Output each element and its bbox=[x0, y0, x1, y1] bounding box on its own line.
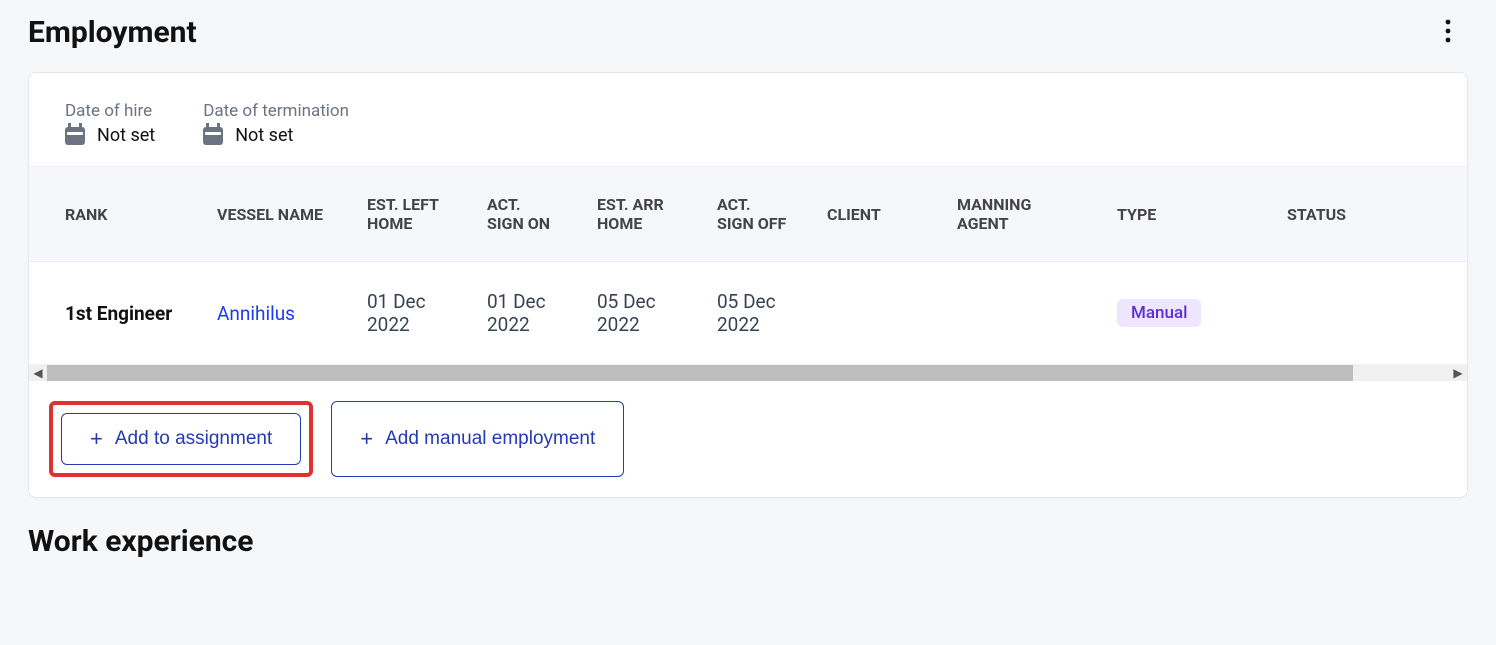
section-title: Employment bbox=[28, 15, 197, 50]
scroll-gap bbox=[1353, 365, 1449, 381]
employment-header: Employment bbox=[28, 0, 1468, 60]
cell-client bbox=[809, 262, 939, 365]
date-of-termination-label: Date of termination bbox=[203, 101, 349, 121]
col-est-arr: EST. ARR HOME bbox=[579, 166, 699, 262]
cell-est-left: 01 Dec 2022 bbox=[349, 262, 469, 365]
add-manual-employment-button[interactable]: + Add manual employment bbox=[331, 401, 624, 477]
cell-act-sign-off: 05 Dec 2022 bbox=[699, 262, 809, 365]
date-of-hire-label: Date of hire bbox=[65, 101, 155, 121]
employment-table-wrapper: RANK VESSEL NAME EST. LEFT HOME ACT. SIG… bbox=[29, 166, 1467, 365]
calendar-icon bbox=[65, 127, 85, 145]
col-act-sign-off: ACT. SIGN OFF bbox=[699, 166, 809, 262]
col-client: CLIENT bbox=[809, 166, 939, 262]
cell-rank: 1st Engineer bbox=[29, 262, 199, 365]
more-button[interactable] bbox=[1428, 12, 1468, 52]
cell-est-arr: 05 Dec 2022 bbox=[579, 262, 699, 365]
date-of-termination-value: Not set bbox=[235, 125, 293, 146]
cell-type: Manual bbox=[1099, 262, 1269, 365]
highlight-add-assignment: + Add to assignment bbox=[49, 401, 313, 477]
col-rank: RANK bbox=[29, 166, 199, 262]
plus-icon: + bbox=[360, 428, 373, 450]
more-vertical-icon bbox=[1445, 19, 1451, 46]
employment-card: Date of hire Not set Date of termination… bbox=[28, 72, 1468, 498]
scroll-right-arrow-icon[interactable]: ▶ bbox=[1449, 365, 1467, 381]
scroll-track[interactable] bbox=[47, 365, 1449, 381]
col-act-sign-on: ACT. SIGN ON bbox=[469, 166, 579, 262]
employment-actions: + Add to assignment + Add manual employm… bbox=[29, 381, 1467, 497]
col-status: STATUS bbox=[1269, 166, 1467, 262]
scroll-left-arrow-icon[interactable]: ◀ bbox=[29, 365, 47, 381]
cell-manning-agent bbox=[939, 262, 1099, 365]
col-vessel: VESSEL NAME bbox=[199, 166, 349, 262]
table-row[interactable]: 1st Engineer Annihilus 01 Dec 2022 01 De… bbox=[29, 262, 1467, 365]
type-badge: Manual bbox=[1117, 299, 1201, 327]
date-of-hire-block: Date of hire Not set bbox=[65, 101, 155, 146]
calendar-icon bbox=[203, 127, 223, 145]
horizontal-scrollbar[interactable]: ◀ ▶ bbox=[29, 365, 1467, 381]
add-to-assignment-label: Add to assignment bbox=[115, 428, 272, 450]
date-of-termination-block: Date of termination Not set bbox=[203, 101, 349, 146]
plus-icon: + bbox=[90, 428, 103, 450]
employment-table: RANK VESSEL NAME EST. LEFT HOME ACT. SIG… bbox=[29, 166, 1467, 365]
col-est-left: EST. LEFT HOME bbox=[349, 166, 469, 262]
work-experience-title: Work experience bbox=[0, 498, 1496, 559]
cell-vessel-link[interactable]: Annihilus bbox=[217, 302, 295, 325]
col-manning-agent: MANNING AGENT bbox=[939, 166, 1099, 262]
employment-info-row: Date of hire Not set Date of termination… bbox=[29, 73, 1467, 166]
table-header-row: RANK VESSEL NAME EST. LEFT HOME ACT. SIG… bbox=[29, 166, 1467, 262]
add-to-assignment-button[interactable]: + Add to assignment bbox=[61, 413, 301, 465]
cell-status bbox=[1269, 262, 1467, 365]
cell-act-sign-on: 01 Dec 2022 bbox=[469, 262, 579, 365]
col-type: TYPE bbox=[1099, 166, 1269, 262]
date-of-hire-value: Not set bbox=[97, 125, 155, 146]
add-manual-employment-label: Add manual employment bbox=[385, 428, 595, 450]
